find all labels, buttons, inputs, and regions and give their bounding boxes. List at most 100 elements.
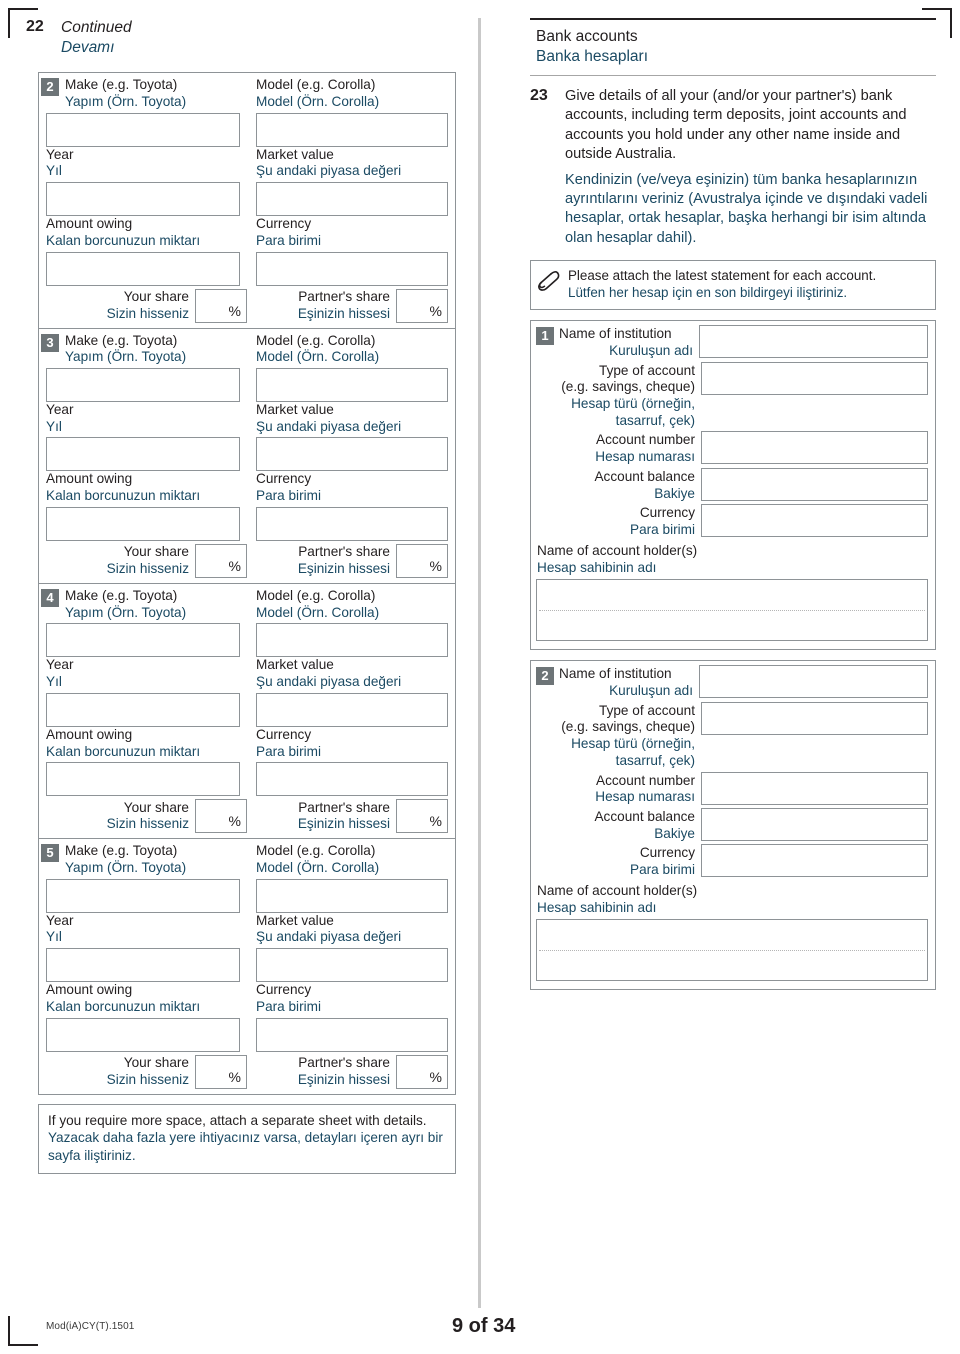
institution-label-en: Name of institution — [559, 666, 672, 682]
amount-owing-input[interactable] — [46, 762, 240, 797]
account-number-input[interactable] — [701, 431, 928, 465]
account-type-input[interactable] — [701, 361, 928, 395]
institution-label-en: Name of institution — [559, 326, 672, 342]
partner-share-input[interactable]: % — [396, 799, 448, 834]
model-input[interactable] — [256, 623, 448, 658]
make-label-en: Make (e.g. Toyota) — [65, 77, 178, 93]
account-balance-input[interactable] — [701, 467, 928, 501]
partner-share-input[interactable]: % — [396, 1054, 448, 1089]
partner-share-label-en: Partner's share — [298, 1054, 390, 1070]
account-currency-input[interactable] — [701, 844, 928, 878]
section-title-tr: Banka hesapları — [536, 48, 649, 66]
model-input[interactable] — [256, 112, 448, 147]
account-currency-input[interactable] — [701, 504, 928, 538]
your-share-input[interactable]: % — [195, 543, 247, 578]
form-page: 22 Continued Devamı 2 Make (e.g. Toyota)… — [0, 0, 960, 1354]
market-value-input[interactable] — [256, 437, 448, 472]
market-value-input[interactable] — [256, 948, 448, 983]
continued-label-en: Continued — [61, 19, 132, 36]
vehicle-marker: 5 — [41, 844, 59, 863]
account-marker: 1 — [536, 327, 554, 346]
market-value-label-tr: Şu andaki piyasa değeri — [256, 674, 402, 690]
account-type-label-tr-1: Hesap türü (örneğin, — [571, 736, 695, 752]
market-value-label-en: Market value — [256, 912, 334, 928]
make-label-en: Make (e.g. Toyota) — [65, 843, 178, 859]
question-22-continued-header: 22 Continued Devamı — [26, 18, 466, 58]
currency-label-tr: Para birimi — [256, 743, 321, 759]
right-column: Bank accounts Banka hesapları 23 Give de… — [530, 18, 936, 991]
model-label-tr: Model (Örn. Corolla) — [256, 859, 380, 875]
currency-input[interactable] — [256, 506, 448, 541]
percent-symbol: % — [228, 813, 241, 830]
percent-symbol: % — [429, 557, 442, 574]
year-label-tr: Yıl — [46, 418, 62, 434]
bank-account-block: 2 Name of institution Kuruluşun adı Type… — [530, 660, 936, 991]
page-number: 9 of 34 — [452, 1315, 516, 1337]
question-text-en: Give details of all your (and/or your pa… — [565, 88, 907, 162]
paperclip-icon — [538, 268, 562, 296]
account-balance-input[interactable] — [701, 807, 928, 841]
amount-owing-label-en: Amount owing — [46, 982, 133, 998]
partner-share-input[interactable]: % — [396, 288, 448, 323]
make-label-tr: Yapım (Örn. Toyota) — [65, 604, 187, 620]
more-space-note-en: If you require more space, attach a sepa… — [48, 1112, 427, 1128]
partner-share-input[interactable]: % — [396, 543, 448, 578]
make-input[interactable] — [46, 623, 240, 658]
percent-symbol: % — [429, 813, 442, 830]
make-label-en: Make (e.g. Toyota) — [65, 332, 178, 348]
more-space-note: If you require more space, attach a sepa… — [38, 1103, 456, 1174]
continued-label-tr: Devamı — [61, 39, 115, 57]
market-value-label-tr: Şu andaki piyasa değeri — [256, 929, 402, 945]
market-value-input[interactable] — [256, 692, 448, 727]
section-title: Bank accounts Banka hesapları — [530, 20, 936, 71]
account-type-label-tr-2: tasarruf, çek) — [615, 752, 695, 768]
account-type-input[interactable] — [701, 701, 928, 735]
institution-input[interactable] — [699, 325, 928, 359]
year-label-en: Year — [46, 912, 74, 928]
currency-input[interactable] — [256, 762, 448, 797]
market-value-label-en: Market value — [256, 657, 334, 673]
model-label-tr: Model (Örn. Corolla) — [256, 94, 380, 109]
percent-symbol: % — [429, 302, 442, 319]
amount-owing-input[interactable] — [46, 506, 240, 541]
year-input[interactable] — [46, 182, 240, 217]
make-input[interactable] — [46, 112, 240, 147]
year-input[interactable] — [46, 948, 240, 983]
institution-input[interactable] — [699, 665, 928, 699]
year-input[interactable] — [46, 692, 240, 727]
currency-input[interactable] — [256, 251, 448, 286]
model-label-en: Model (e.g. Corolla) — [256, 587, 376, 603]
market-value-input[interactable] — [256, 182, 448, 217]
account-balance-label-tr: Bakiye — [654, 825, 695, 841]
amount-owing-input[interactable] — [46, 251, 240, 286]
percent-symbol: % — [228, 557, 241, 574]
account-holder-input[interactable] — [536, 579, 928, 642]
make-input[interactable] — [46, 368, 240, 403]
your-share-input[interactable]: % — [195, 799, 247, 834]
year-label-en: Year — [46, 657, 74, 673]
column-divider — [478, 18, 481, 1308]
vehicle-marker: 2 — [41, 78, 59, 97]
account-holder-label-tr: Hesap sahibinin adı — [537, 559, 657, 575]
market-value-label-en: Market value — [256, 402, 334, 418]
make-input[interactable] — [46, 878, 240, 913]
your-share-input[interactable]: % — [195, 1054, 247, 1089]
account-type-label-tr-2: tasarruf, çek) — [615, 412, 695, 428]
your-share-label-en: Your share — [123, 1054, 189, 1070]
left-column: 22 Continued Devamı 2 Make (e.g. Toyota)… — [26, 18, 466, 1174]
model-input[interactable] — [256, 878, 448, 913]
account-number-input[interactable] — [701, 771, 928, 805]
account-holder-input[interactable] — [536, 919, 928, 982]
partner-share-label-tr: Eşinizin hissesi — [297, 816, 390, 832]
currency-label-en: Currency — [256, 726, 312, 742]
year-input[interactable] — [46, 437, 240, 472]
account-type-label-en-2: (e.g. savings, cheque) — [561, 379, 695, 395]
amount-owing-input[interactable] — [46, 1017, 240, 1052]
market-value-label-tr: Şu andaki piyasa değeri — [256, 163, 402, 179]
attach-note-en: Please attach the latest statement for e… — [568, 267, 877, 283]
question-text-tr: Kendinizin (ve/veya eşinizin) tüm banka … — [565, 172, 928, 246]
currency-input[interactable] — [256, 1017, 448, 1052]
vehicle-blocks-container: 2 Make (e.g. Toyota) Yapım (Örn. Toyota)… — [38, 72, 456, 1095]
your-share-input[interactable]: % — [195, 288, 247, 323]
model-input[interactable] — [256, 368, 448, 403]
